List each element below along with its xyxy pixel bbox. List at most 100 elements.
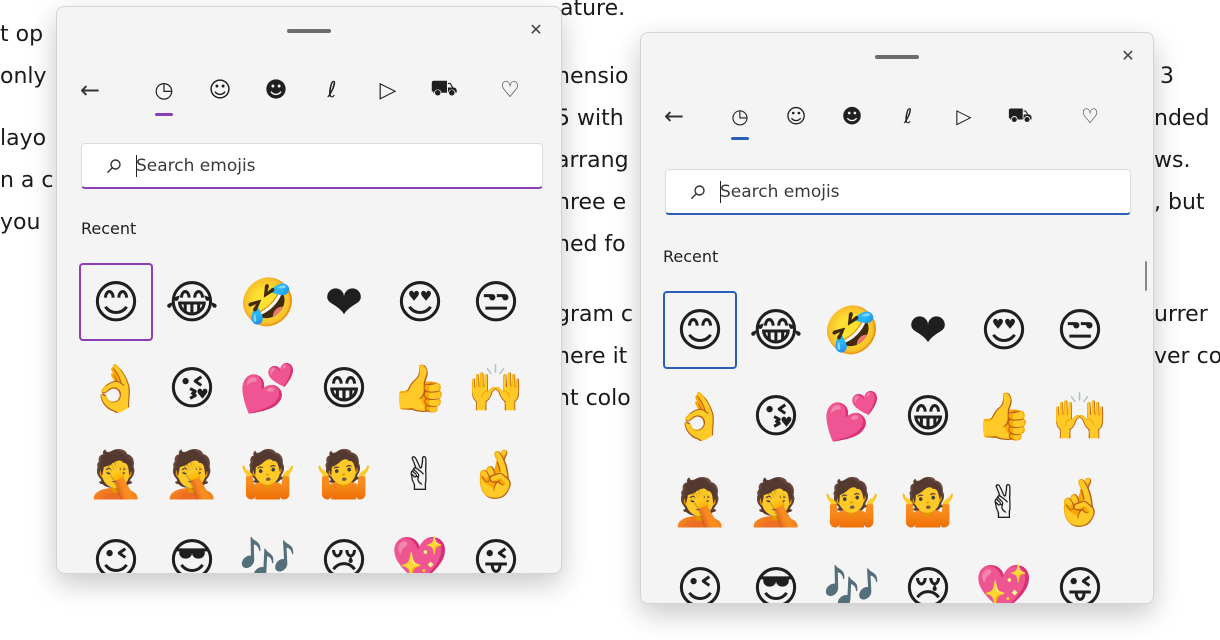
drag-handle[interactable] bbox=[875, 55, 919, 59]
emoji-item[interactable]: 🤦 bbox=[155, 435, 229, 513]
active-tab-indicator bbox=[731, 137, 749, 140]
emoji-item[interactable]: 😎 bbox=[739, 549, 813, 603]
emoji-item[interactable]: ❤ bbox=[891, 291, 965, 369]
tab-smileys[interactable]: ☺ bbox=[779, 99, 813, 133]
doc-line: ver co bbox=[1154, 344, 1220, 369]
doc-line: nt colo bbox=[556, 386, 631, 411]
scrollbar[interactable] bbox=[1145, 261, 1147, 291]
doc-line: hree e bbox=[556, 190, 627, 215]
emoji-item[interactable]: 🤞 bbox=[459, 435, 533, 513]
emoji-item[interactable]: 👌 bbox=[79, 349, 153, 427]
emoji-item[interactable]: 🤷 bbox=[307, 435, 381, 513]
emoji-item[interactable]: 🙌 bbox=[459, 349, 533, 427]
tab-places[interactable]: ℓ bbox=[891, 99, 925, 133]
emoji-item[interactable]: 🤷 bbox=[891, 463, 965, 541]
doc-line: ature. bbox=[560, 0, 626, 21]
person-icon: ☻ bbox=[264, 77, 288, 103]
heart-icon: ♡ bbox=[1081, 104, 1099, 128]
emoji-item[interactable]: 💕 bbox=[231, 349, 305, 427]
emoji-panel-windows10: ✕ ← ◷ ☺ ☻ ℓ ▷ ⛟ ♡ Recent 😊😂🤣❤😍😒👌😘💕😁👍🙌🤦🤦🤷… bbox=[56, 6, 562, 574]
doc-line: gram c bbox=[556, 302, 634, 327]
tab-travel[interactable]: ⛟ bbox=[1003, 99, 1037, 133]
doc-line: arrang bbox=[556, 148, 629, 173]
emoji-item[interactable]: 🤞 bbox=[1043, 463, 1117, 541]
emoji-item[interactable]: 🎶 bbox=[815, 549, 889, 603]
emoji-item[interactable]: 🤦 bbox=[79, 435, 153, 513]
search-icon bbox=[107, 158, 121, 173]
emoji-item[interactable]: 😢 bbox=[891, 549, 965, 603]
emoji-item[interactable]: ✌ bbox=[383, 435, 457, 513]
emoji-item[interactable]: 👍 bbox=[383, 349, 457, 427]
section-label-recent: Recent bbox=[663, 247, 719, 266]
back-arrow-icon: ← bbox=[79, 76, 101, 104]
tab-places[interactable]: ℓ bbox=[315, 73, 349, 107]
emoji-item[interactable]: 💕 bbox=[815, 377, 889, 455]
emoji-item[interactable]: 😁 bbox=[891, 377, 965, 455]
emoji-item[interactable]: 😜 bbox=[1043, 549, 1117, 603]
doc-line: urrer bbox=[1154, 302, 1208, 327]
emoji-item[interactable]: 🎶 bbox=[231, 521, 305, 573]
emoji-item[interactable]: 😒 bbox=[1043, 291, 1117, 369]
pizza-icon: ▷ bbox=[956, 104, 972, 128]
close-icon: ✕ bbox=[529, 19, 543, 39]
emoji-item[interactable]: 👌 bbox=[663, 377, 737, 455]
emoji-item[interactable]: 🤦 bbox=[663, 463, 737, 541]
close-icon: ✕ bbox=[1121, 45, 1135, 65]
emoji-item[interactable]: 😉 bbox=[79, 521, 153, 573]
search-input[interactable] bbox=[134, 144, 532, 187]
emoji-item[interactable]: 😊 bbox=[79, 263, 153, 341]
emoji-item[interactable]: 😁 bbox=[307, 349, 381, 427]
tab-people[interactable]: ☻ bbox=[835, 99, 869, 133]
drag-handle[interactable] bbox=[287, 29, 331, 33]
smiley-icon: ☺ bbox=[208, 77, 232, 103]
emoji-item[interactable]: 😢 bbox=[307, 521, 381, 573]
emoji-item[interactable]: 🤦 bbox=[739, 463, 813, 541]
doc-line: hed fo bbox=[556, 232, 626, 257]
back-button[interactable]: ← bbox=[73, 73, 107, 107]
tab-smileys[interactable]: ☺ bbox=[203, 73, 237, 107]
tab-recent[interactable]: ◷ bbox=[147, 73, 181, 107]
emoji-item[interactable]: 😎 bbox=[155, 521, 229, 573]
emoji-item[interactable]: ✌ bbox=[967, 463, 1041, 541]
tab-food[interactable]: ▷ bbox=[371, 73, 405, 107]
search-box[interactable] bbox=[665, 169, 1131, 215]
emoji-item[interactable]: 🤣 bbox=[815, 291, 889, 369]
tab-food[interactable]: ▷ bbox=[947, 99, 981, 133]
emoji-item[interactable]: 😍 bbox=[967, 291, 1041, 369]
emoji-item[interactable]: 🤣 bbox=[231, 263, 305, 341]
search-input[interactable] bbox=[718, 170, 1120, 213]
car-icon: ⛟ bbox=[1007, 102, 1033, 127]
emoji-item[interactable]: 😂 bbox=[739, 291, 813, 369]
emoji-item[interactable]: 😘 bbox=[155, 349, 229, 427]
doc-line: layo bbox=[0, 126, 47, 151]
emoji-item[interactable]: 🤷 bbox=[231, 435, 305, 513]
emoji-item[interactable]: ❤ bbox=[307, 263, 381, 341]
emoji-item[interactable]: 😍 bbox=[383, 263, 457, 341]
tab-symbols[interactable]: ♡ bbox=[493, 73, 527, 107]
emoji-item[interactable]: 😘 bbox=[739, 377, 813, 455]
emoji-item[interactable]: 😉 bbox=[663, 549, 737, 603]
emoji-item[interactable]: 🤷 bbox=[815, 463, 889, 541]
tab-people[interactable]: ☻ bbox=[259, 73, 293, 107]
close-button[interactable]: ✕ bbox=[1117, 44, 1139, 66]
tab-recent[interactable]: ◷ bbox=[723, 99, 757, 133]
doc-line: 5 with bbox=[556, 106, 624, 131]
emoji-item[interactable]: 😒 bbox=[459, 263, 533, 341]
doc-line: only bbox=[0, 64, 47, 89]
emoji-item[interactable]: 😜 bbox=[459, 521, 533, 573]
search-icon bbox=[691, 184, 705, 199]
emoji-item[interactable]: 😂 bbox=[155, 263, 229, 341]
heart-icon: ♡ bbox=[500, 77, 520, 103]
emoji-item[interactable]: 👍 bbox=[967, 377, 1041, 455]
tab-travel[interactable]: ⛟ bbox=[427, 73, 461, 107]
close-button[interactable]: ✕ bbox=[525, 18, 547, 40]
doc-line: 3 bbox=[1160, 64, 1174, 89]
tab-symbols[interactable]: ♡ bbox=[1073, 99, 1107, 133]
back-button[interactable]: ← bbox=[657, 99, 691, 133]
emoji-item[interactable]: 😊 bbox=[663, 291, 737, 369]
emoji-item[interactable]: 💖 bbox=[383, 521, 457, 573]
emoji-item[interactable]: 💖 bbox=[967, 549, 1041, 603]
emoji-item[interactable]: 🙌 bbox=[1043, 377, 1117, 455]
search-box[interactable] bbox=[81, 143, 543, 189]
clock-icon: ◷ bbox=[154, 77, 174, 103]
